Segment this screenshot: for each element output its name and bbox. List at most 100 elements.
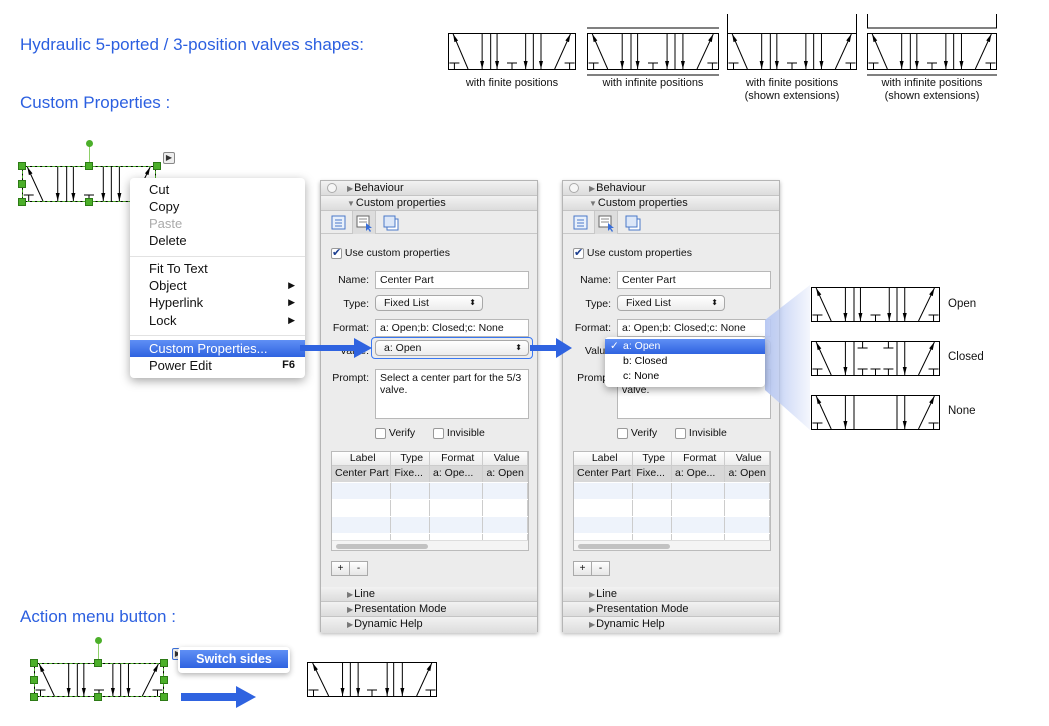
section-custom-properties[interactable]: ▼Custom properties [321,196,537,211]
name-field[interactable]: Center Part [375,271,529,289]
layers-icon[interactable] [383,215,401,231]
dropdown-option-closed[interactable]: b: Closed [605,354,765,369]
section-custom-properties[interactable]: ▼Custom properties [563,196,779,211]
submenu-arrow-icon: ▶ [288,280,295,290]
valve-infinite-extensions[interactable] [867,14,997,76]
action-menu-button[interactable]: ▶ [163,152,175,164]
valve-option-open[interactable] [811,287,940,322]
close-circle-icon[interactable] [327,183,337,193]
column-header[interactable]: Type [633,452,672,465]
remove-button[interactable]: - [349,561,368,576]
valve-option-closed[interactable] [811,341,940,376]
resize-handle[interactable] [160,676,168,684]
checkbox-label: Use custom properties [344,247,450,259]
menu-item-copy[interactable]: Copy [149,198,305,215]
rotation-handle[interactable] [95,637,102,644]
section-dynamic-help[interactable]: ▶Dynamic Help [321,617,537,633]
section-behaviour[interactable]: ▶Behaviour [563,181,779,196]
dropdown-option-open[interactable]: ✓ a: Open [605,339,765,354]
resize-handle[interactable] [18,162,26,170]
section-line[interactable]: ▶Line [563,587,779,602]
toolbar [563,211,779,234]
valve-infinite-positions[interactable] [587,27,719,76]
custom-properties-icon[interactable] [356,215,374,232]
menu-item-lock[interactable]: Lock ▶ [149,312,305,329]
resize-handle[interactable] [30,676,38,684]
prompt-textarea[interactable]: Select a center part for the 5/3 valve. [375,369,529,419]
resize-handle[interactable] [160,659,168,667]
invisible-checkbox[interactable]: Invisible [433,427,485,439]
column-header[interactable]: Value [725,452,770,465]
menu-item-power-edit[interactable]: Power Edit F6 [149,357,305,374]
flow-arrow-right [530,338,572,358]
horizontal-scrollbar[interactable] [574,540,770,550]
section-line[interactable]: ▶Line [321,587,537,602]
type-select[interactable]: Fixed List ⬍ [375,295,483,311]
resize-handle[interactable] [94,659,102,667]
resize-handle[interactable] [30,693,38,701]
resize-handle[interactable] [153,162,161,170]
column-header[interactable]: Type [391,452,430,465]
menu-item-object[interactable]: Object ▶ [149,277,305,294]
add-button[interactable]: + [573,561,592,576]
valve-switched-result[interactable] [307,662,437,697]
add-button[interactable]: + [331,561,350,576]
section-label: Dynamic Help [354,618,423,630]
column-header[interactable]: Value [483,452,528,465]
table-row[interactable]: Center Part Fixe... a: Ope... a: Open [332,466,528,482]
selection-box [34,663,164,697]
prompt-label: Prompt [577,372,611,384]
resize-handle[interactable] [18,180,26,188]
type-select[interactable]: Fixed List ⬍ [617,295,725,311]
rotation-handle[interactable] [86,140,93,147]
menu-item-fit-to-text[interactable]: Fit To Text [149,260,305,277]
horizontal-scrollbar[interactable] [332,540,528,550]
resize-handle[interactable] [85,198,93,206]
valve-option-none[interactable] [811,395,940,430]
custom-properties-icon[interactable] [598,215,616,232]
close-circle-icon[interactable] [569,183,579,193]
use-custom-properties-checkbox[interactable]: ✔ Use custom properties [331,247,450,259]
use-custom-properties-checkbox[interactable]: ✔ Use custom properties [573,247,692,259]
resize-handle[interactable] [18,198,26,206]
valve-finite-extensions[interactable] [727,14,857,70]
column-header[interactable]: Format [430,452,484,465]
menu-item-custom-properties[interactable]: Custom Properties... [130,340,305,357]
format-field[interactable]: a: Open;b: Closed;c: None [375,319,529,337]
resize-handle[interactable] [160,693,168,701]
verify-checkbox[interactable]: Verify [375,427,415,439]
section-dynamic-help[interactable]: ▶Dynamic Help [563,617,779,633]
list-view-icon[interactable] [331,215,347,230]
column-header[interactable]: Format [672,452,726,465]
column-header[interactable]: Label [574,452,634,465]
verify-checkbox[interactable]: Verify [617,427,657,439]
resize-handle[interactable] [30,659,38,667]
section-presentation-mode[interactable]: ▶Presentation Mode [563,602,779,617]
name-field[interactable]: Center Part [617,271,771,289]
value-select[interactable]: a: Open ⬍ [375,340,529,356]
remove-button[interactable]: - [591,561,610,576]
column-header[interactable]: Label [332,452,392,465]
table-row[interactable]: Center Part Fixe... a: Ope... a: Open [574,466,770,482]
layers-icon[interactable] [625,215,643,231]
section-label: Behaviour [354,182,404,194]
menu-item-switch-sides[interactable]: Switch sides [180,650,288,668]
resize-handle[interactable] [94,693,102,701]
invisible-checkbox[interactable]: Invisible [675,427,727,439]
resize-handle[interactable] [85,162,93,170]
format-field[interactable]: a: Open;b: Closed;c: None [617,319,771,337]
option-label: a: Open [623,340,661,352]
name-label: Name: [338,274,369,286]
checkbox-label: Verify [388,427,416,439]
dropdown-option-none[interactable]: c: None [605,369,765,384]
menu-item-cut[interactable]: Cut [149,181,305,198]
section-presentation-mode[interactable]: ▶Presentation Mode [321,602,537,617]
disclosure-right-icon: ▶ [347,184,354,193]
scrollbar-thumb[interactable] [578,544,670,549]
list-view-icon[interactable] [573,215,589,230]
valve-finite-positions[interactable] [448,33,576,70]
scrollbar-thumb[interactable] [336,544,428,549]
menu-item-delete[interactable]: Delete [149,232,305,249]
menu-item-hyperlink[interactable]: Hyperlink ▶ [149,294,305,311]
section-behaviour[interactable]: ▶Behaviour [321,181,537,196]
